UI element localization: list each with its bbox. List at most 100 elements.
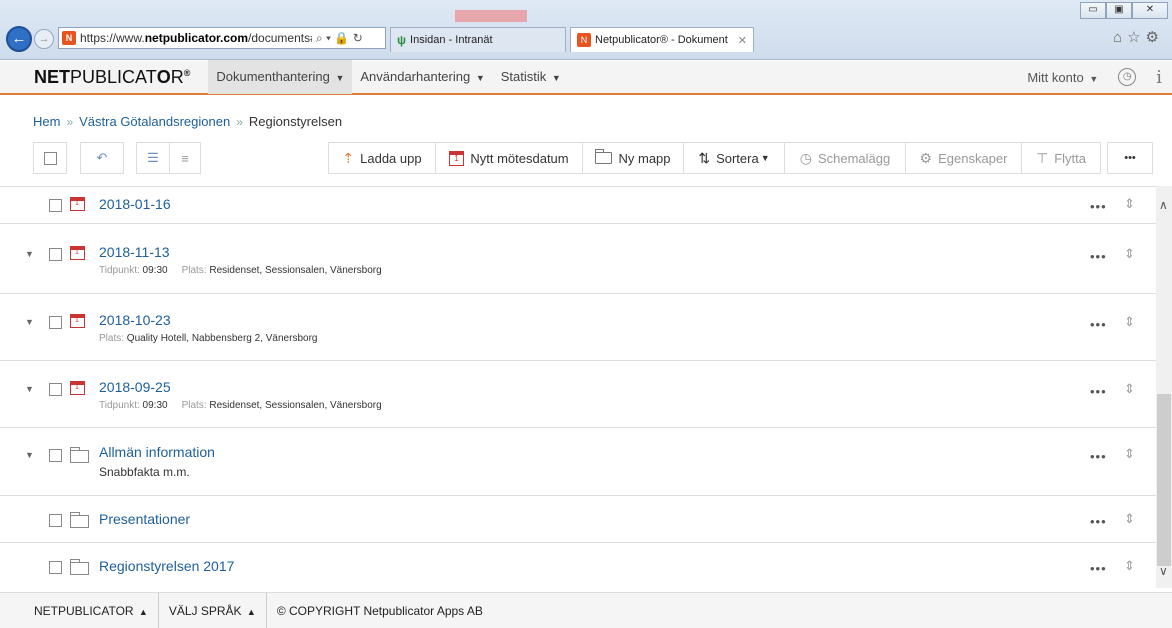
browser-tools: ⌂☆⚙ [1113,28,1164,46]
row-drag-icon[interactable]: ⇕ [1124,381,1135,397]
more-actions-button[interactable]: ••• [1107,142,1153,174]
back-folder-button[interactable]: ↶ [80,142,124,174]
forward-button[interactable]: → [34,29,54,49]
row-more-button[interactable]: ••• [1090,249,1107,264]
row-checkbox[interactable] [49,383,62,396]
row-more-button[interactable]: ••• [1090,514,1107,529]
row-checkbox[interactable] [49,449,62,462]
chevron-down-icon: ▼ [551,73,561,83]
schedule-button[interactable]: ◷ Schemalägg [784,142,906,174]
row-checkbox[interactable] [49,514,62,527]
signpost-icon: ⊤ [1036,149,1049,166]
row-title[interactable]: 2018-01-16 [99,196,171,212]
expand-arrow-icon[interactable]: ▼ [25,249,34,259]
favorites-star-icon[interactable]: ☆ [1127,29,1145,46]
row-checkbox[interactable] [49,316,62,329]
home-icon[interactable]: ⌂ [1113,29,1127,46]
tab-label: Netpublicator® - Dokument [595,34,728,46]
gear-icon: ⚙ [919,149,933,166]
move-button[interactable]: ⊤ Flytta [1021,142,1101,174]
row-checkbox[interactable] [49,248,62,261]
toolbar: ↶ ☰ ≡ ⇡Ladda upp Nytt mötesdatum Ny mapp… [0,142,1172,176]
row-drag-icon[interactable]: ⇕ [1124,246,1135,262]
select-all-checkbox[interactable] [33,142,67,174]
row-title[interactable]: Allmän information [99,444,215,460]
main-menu: Dokumenthantering ▼ Användarhantering ▼ … [208,60,568,94]
close-window-button[interactable]: ✕ [1132,2,1168,19]
row-title[interactable]: Regionstyrelsen 2017 [99,558,234,574]
scrollbar-thumb[interactable] [1157,394,1171,566]
list-item[interactable]: Regionstyrelsen 2017 ••• ⇕ [0,544,1156,588]
account-menu[interactable]: Mitt konto ▼ [1027,70,1098,85]
maximize-button[interactable]: ▣ [1106,2,1132,19]
app-header: NETPUBLICATOR® Dokumenthantering ▼ Använ… [0,60,1172,95]
tab-intranet[interactable]: ψ Insidan - Intranät [390,27,566,52]
footer-netpublicator-menu[interactable]: NETPUBLICATOR ▲ [0,592,159,628]
compact-view-button[interactable]: ≡ [169,142,201,174]
footer-language-menu[interactable]: VÄLJ SPRÅK ▲ [159,592,267,628]
menu-dokumenthantering[interactable]: Dokumenthantering ▼ [208,60,353,94]
netpublicator-logo[interactable]: NETPUBLICATOR® [34,67,190,88]
info-icon[interactable]: i [1156,67,1162,88]
compact-list-icon: ≡ [181,150,189,166]
list-item[interactable]: ▼ 2018-10-23 Plats: Quality Hotell, Nabb… [0,295,1156,361]
row-more-button[interactable]: ••• [1090,384,1107,399]
back-button[interactable]: ← [6,26,32,52]
new-meeting-date-button[interactable]: Nytt mötesdatum [435,142,583,174]
breadcrumb-region[interactable]: Västra Götalandsregionen [79,114,230,129]
row-title[interactable]: 2018-09-25 [99,379,171,395]
row-drag-icon[interactable]: ⇕ [1124,196,1135,212]
header-right: Mitt konto ▼ ◷ i [1027,67,1162,88]
row-drag-icon[interactable]: ⇕ [1124,314,1135,330]
menu-anvandarhantering[interactable]: Användarhantering ▼ [352,60,492,94]
row-title[interactable]: 2018-10-23 [99,312,171,328]
close-tab-icon[interactable]: ✕ [738,34,747,47]
new-folder-button[interactable]: Ny mapp [582,142,684,174]
row-meta: Tidpunkt: 09:30 Plats: Residenset, Sessio… [99,265,382,276]
expand-arrow-icon[interactable]: ▼ [25,384,34,394]
scroll-up-icon[interactable]: ∧ [1159,198,1168,212]
row-more-button[interactable]: ••• [1090,199,1107,214]
menu-statistik[interactable]: Statistik ▼ [493,60,569,94]
breadcrumb-separator: » [66,114,74,129]
detailed-view-button[interactable]: ☰ [136,142,170,174]
tab-label: Insidan - Intranät [410,34,493,46]
row-more-button[interactable]: ••• [1090,449,1107,464]
expand-arrow-icon[interactable]: ▼ [25,317,34,327]
row-drag-icon[interactable]: ⇕ [1124,558,1135,574]
site-favicon-icon: N [62,31,76,45]
tab-netpublicator[interactable]: N Netpublicator® - Dokument ✕ [570,27,754,52]
scrollbar[interactable]: ∧ ∨ [1156,186,1172,588]
list-item[interactable]: Presentationer ••• ⇕ [0,497,1156,543]
row-title[interactable]: 2018-11-13 [99,244,170,260]
breadcrumb: Hem » Västra Götalandsregionen » Regions… [33,114,342,129]
sort-button[interactable]: ⇅ Sortera ▼ [683,142,785,174]
row-more-button[interactable]: ••• [1090,317,1107,332]
settings-gear-icon[interactable]: ⚙ [1146,29,1164,46]
row-checkbox[interactable] [49,199,62,212]
expand-arrow-icon[interactable]: ▼ [25,450,34,460]
list-item[interactable]: ▼ 2018-09-25 Tidpunkt: 09:30Plats: Resid… [0,362,1156,428]
chevron-down-icon: ▼ [1089,73,1099,84]
breadcrumb-home[interactable]: Hem [33,114,60,129]
list-item[interactable]: 2018-01-16 ••• ⇕ [0,187,1156,224]
dashboard-icon[interactable]: ◷ [1118,68,1137,86]
intranet-tab-icon: ψ [397,33,407,47]
properties-button[interactable]: ⚙ Egenskaper [905,142,1022,174]
list-item[interactable]: ▼ 2018-11-13 Tidpunkt: 09:30Plats: Resid… [0,225,1156,294]
chevron-down-icon: ▼ [335,73,345,83]
row-title[interactable]: Presentationer [99,511,190,527]
row-drag-icon[interactable]: ⇕ [1124,511,1135,527]
chevron-down-icon: ▼ [475,73,485,83]
row-checkbox[interactable] [49,561,62,574]
row-more-button[interactable]: ••• [1090,561,1107,576]
row-drag-icon[interactable]: ⇕ [1124,446,1135,462]
list-item[interactable]: ▼ Allmän information Snabbfakta m.m. •••… [0,429,1156,496]
folder-icon [70,447,89,463]
address-bar[interactable]: N https://www.netpublicator.com/document… [58,27,386,49]
address-bar-icons[interactable]: ⌕ ▾ 🔒 ↻ [316,31,363,46]
upload-button[interactable]: ⇡ Ladda upp [328,142,436,174]
scroll-down-icon[interactable]: ∨ [1159,564,1168,578]
chevron-down-icon: ▼ [760,153,770,163]
minimize-button[interactable]: ▭ [1080,2,1106,19]
